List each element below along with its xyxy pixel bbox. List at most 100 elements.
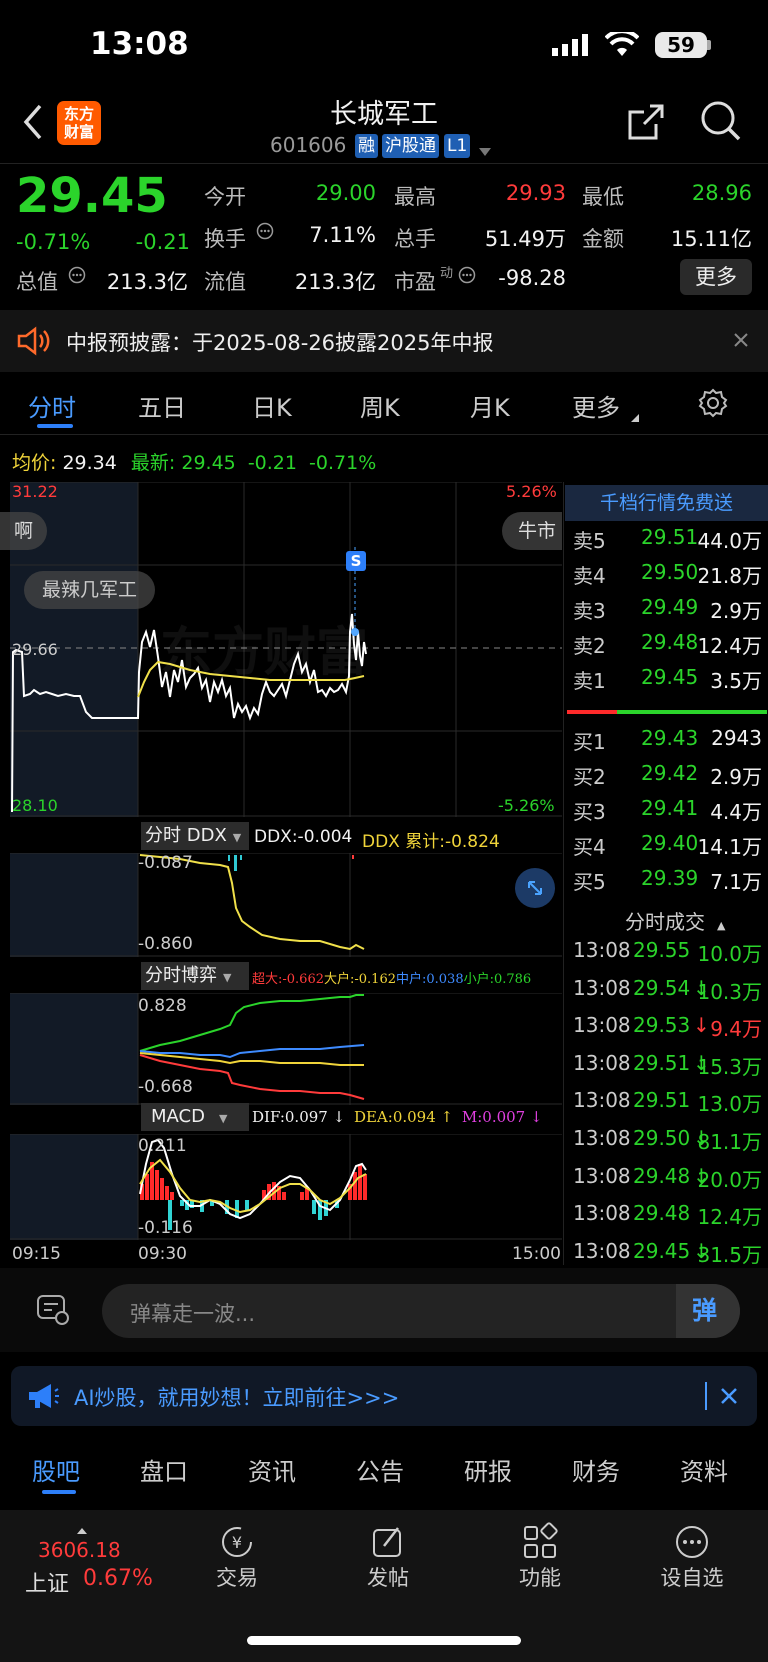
ddx-chart[interactable] <box>0 852 562 957</box>
trade-price: 29.51 <box>633 1088 691 1113</box>
chg-pct: -0.71% <box>309 452 377 474</box>
danmu-chip-left[interactable]: 啊 <box>0 512 48 550</box>
home-indicator[interactable] <box>247 1636 521 1645</box>
nav-post-label: 发帖 <box>367 1566 409 1590</box>
comment-placeholder: 弹幕走一波... <box>130 1302 256 1326</box>
tab-guba[interactable]: 股吧 <box>32 1452 80 1487</box>
bottom-tab-indicator <box>42 1490 76 1494</box>
time-label-start: 09:15 <box>12 1244 61 1264</box>
tab-finance[interactable]: 财务 <box>572 1452 620 1487</box>
battery-tip <box>707 40 711 50</box>
sell4-price: 29.50 <box>641 560 699 584</box>
tab-monthly[interactable]: 月K <box>470 388 510 423</box>
trade-time: 13:08 <box>573 1126 631 1150</box>
game-select[interactable]: 分时博弈 ▼ <box>141 962 249 990</box>
book-divider <box>567 710 767 714</box>
trade-icon: ¥ <box>217 1522 257 1562</box>
trades-list[interactable]: 13:08 29.55 10.0万 13:08 29.54 ↓ 10.3万 13:08 29.5… <box>565 938 768 1268</box>
turnover-label: 换手 <box>204 227 246 251</box>
macd-select[interactable]: MACD ▼ <box>141 1103 249 1131</box>
index-value[interactable]: 3606.18 <box>38 1538 121 1562</box>
more-circle-icon <box>672 1522 712 1562</box>
info-icon[interactable] <box>256 222 274 244</box>
tab-intraday[interactable]: 分时 <box>28 388 76 423</box>
trades-title[interactable]: 分时成交 ▲ <box>625 906 725 935</box>
sell2-label: 卖2 <box>573 634 606 658</box>
macd-chart[interactable] <box>0 1133 562 1240</box>
trade-row: 13:08 29.53 ↓ 9.4万 <box>565 1013 768 1047</box>
tabs-divider <box>0 434 768 435</box>
danmu-chip-topic[interactable]: 最辣几军工 <box>24 571 156 609</box>
low-label: 最低 <box>582 185 624 209</box>
danmu-chip-right[interactable]: 牛市 <box>502 512 562 550</box>
nav-trade[interactable]: ¥ 交易 <box>177 1522 297 1592</box>
tab-research[interactable]: 研报 <box>464 1452 512 1487</box>
trade-row: 13:08 29.54 ↓ 10.3万 <box>565 976 768 1010</box>
tab-more[interactable]: 更多 <box>572 388 620 423</box>
trade-price: 29.54 <box>633 975 691 1000</box>
nav-watchlist[interactable]: 设自选 <box>632 1522 752 1592</box>
trades-title-text: 分时成交 <box>625 910 705 934</box>
buy3-price: 29.41 <box>641 796 699 820</box>
index-pct[interactable]: 0.67% <box>83 1566 153 1591</box>
close-icon[interactable] <box>733 332 749 352</box>
nav-post[interactable]: 发帖 <box>328 1522 448 1592</box>
trade-volume: 81.1万 <box>697 1130 762 1154</box>
tab-5day[interactable]: 五日 <box>138 388 186 423</box>
dropdown-icon[interactable] <box>478 142 492 161</box>
trade-row: 13:08 29.48 ↓ 20.0万 <box>565 1164 768 1198</box>
trade-row: 13:08 29.48 12.4万 <box>565 1201 768 1235</box>
notice-text: 中报预披露：于2025-08-26披露2025年中报 <box>66 331 494 355</box>
trade-volume: 15.3万 <box>697 1054 762 1079</box>
sell5-price: 29.51 <box>641 525 699 549</box>
wifi-icon <box>604 29 640 62</box>
sell-row-2: 卖2 29.48 12.4万 <box>565 630 768 664</box>
macd-values: DIF:0.097 ↓ DEA:0.094 ↑ M:0.007 ↓ <box>252 1108 543 1126</box>
trade-row: 13:08 29.55 10.0万 <box>565 938 768 972</box>
buy5-label: 买5 <box>573 870 606 894</box>
ddx-select[interactable]: 分时 DDX ▼ <box>141 822 249 850</box>
tab-news[interactable]: 资讯 <box>248 1452 296 1487</box>
expand-icon[interactable] <box>515 868 555 908</box>
trade-volume: 10.3万 <box>697 979 762 1004</box>
macd-top-label: 0.211 <box>138 1136 187 1156</box>
trade-time: 13:08 <box>573 1238 631 1263</box>
info-icon[interactable] <box>68 266 86 288</box>
sell-marker[interactable]: S <box>346 551 366 571</box>
buy-row-2: 买2 29.42 2.9万 <box>565 761 768 795</box>
search-icon[interactable] <box>700 100 742 146</box>
last-label: 最新: <box>130 452 176 474</box>
sell3-price: 29.49 <box>641 595 699 619</box>
comment-settings-icon[interactable] <box>36 1292 70 1330</box>
close-icon[interactable] <box>719 1386 739 1410</box>
nav-function[interactable]: 功能 <box>480 1522 600 1592</box>
tab-profile[interactable]: 资料 <box>680 1452 728 1487</box>
status-time: 13:08 <box>90 26 189 62</box>
settings-icon[interactable] <box>698 388 728 422</box>
pe-label: 市盈 <box>394 270 436 294</box>
notice-bar[interactable]: 中报预披露：于2025-08-26披露2025年中报 <box>0 310 768 372</box>
tab-weekly[interactable]: 周K <box>360 388 400 423</box>
comment-input[interactable]: 弹幕走一波... 弹 <box>102 1284 740 1338</box>
ai-promo-bar[interactable]: AI炒股，就用妙想！立即前往>>> <box>11 1366 757 1426</box>
trade-row: 13:08 29.51 ↓ 15.3万 <box>565 1051 768 1085</box>
orderbook-promo[interactable]: 千档行情免费送 <box>565 485 768 521</box>
tab-announce[interactable]: 公告 <box>356 1452 404 1487</box>
index-name[interactable]: 上证 <box>25 1566 69 1598</box>
sell-row-1: 卖1 29.45 3.5万 <box>565 665 768 699</box>
more-button[interactable]: 更多 <box>680 259 752 295</box>
signal-icon <box>552 34 590 60</box>
danmu-button[interactable]: 弹 <box>676 1284 740 1338</box>
nav-function-label: 功能 <box>519 1566 561 1590</box>
tab-pankou[interactable]: 盘口 <box>140 1452 188 1487</box>
change-value: -0.21 <box>135 230 190 254</box>
buy2-vol: 2.9万 <box>710 765 762 789</box>
share-icon[interactable] <box>626 102 666 146</box>
game-chart[interactable] <box>0 992 562 1105</box>
ai-bar-divider <box>705 1382 707 1410</box>
sell5-label: 卖5 <box>573 529 606 553</box>
game-select-label: 分时博弈 <box>145 965 217 986</box>
info-icon[interactable] <box>458 266 476 288</box>
sell1-label: 卖1 <box>573 669 606 693</box>
tab-daily[interactable]: 日K <box>252 388 292 423</box>
